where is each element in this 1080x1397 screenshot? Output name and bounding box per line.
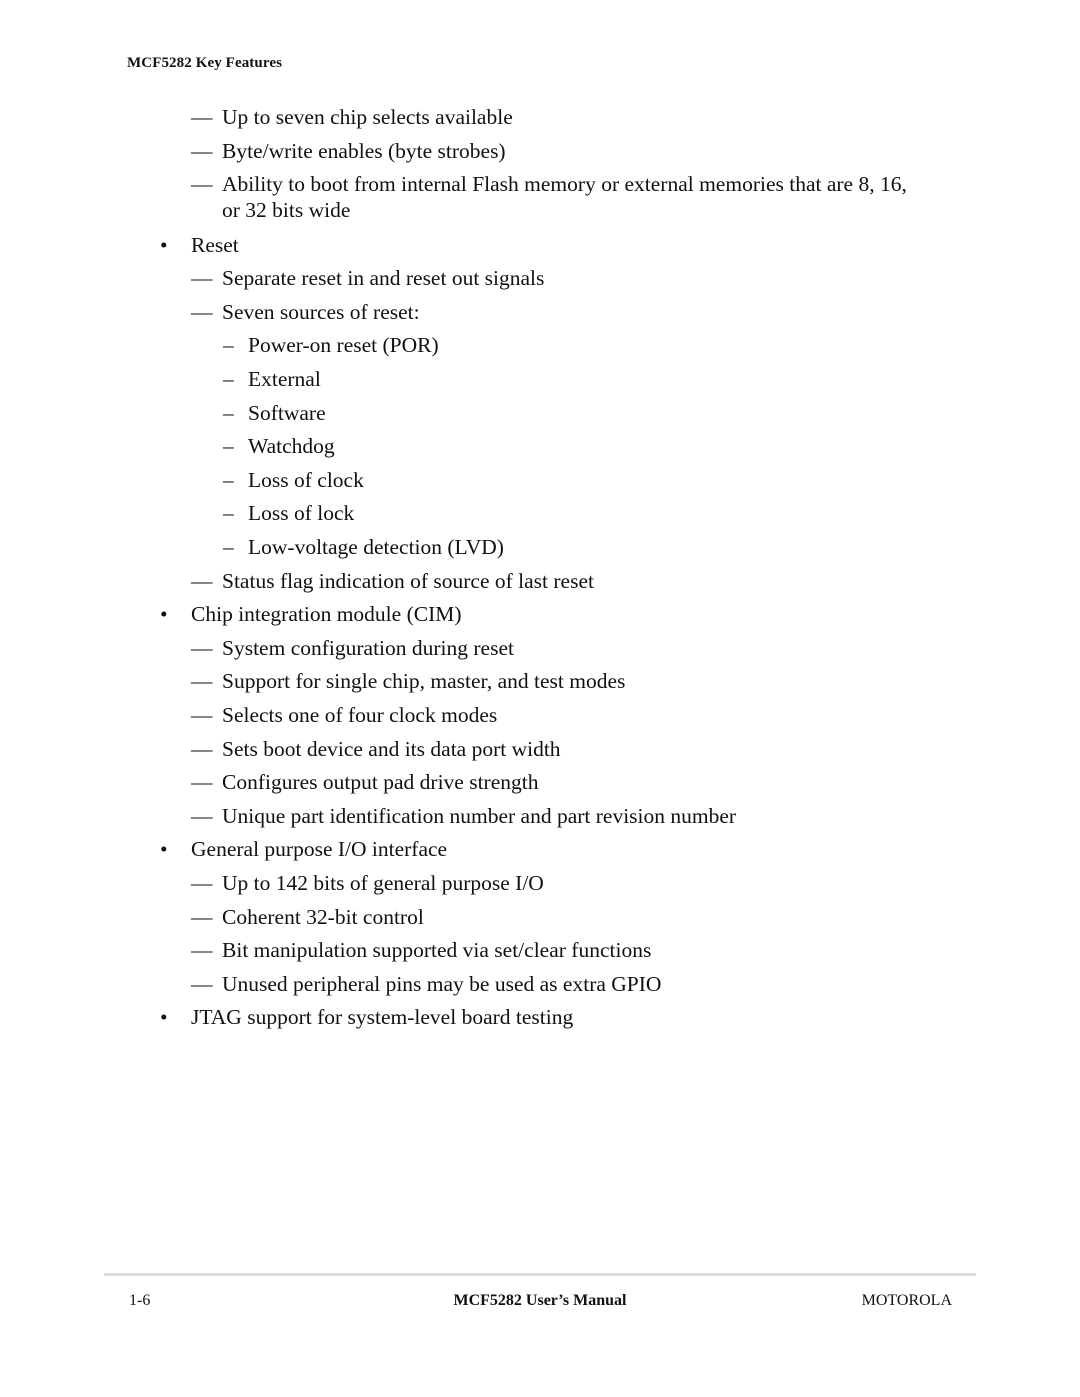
bullet-icon: • — [160, 232, 168, 257]
list-item-text: Status flag indication of source of last… — [222, 568, 594, 593]
em-dash-icon: — — [191, 568, 213, 593]
list-item-text: Seven sources of reset: — [222, 299, 420, 324]
footer-rule — [104, 1273, 976, 1276]
em-dash-icon: — — [191, 871, 213, 896]
em-dash-icon: — — [191, 105, 213, 129]
en-dash-icon: – — [223, 467, 234, 492]
list-item-text: Software — [248, 400, 326, 425]
en-dash-icon: – — [223, 333, 234, 358]
list-item-text: Up to 142 bits of general purpose I/O — [222, 871, 544, 896]
list-item-text: Watchdog — [248, 434, 335, 459]
list-item-text: Chip integration module (CIM) — [191, 602, 462, 627]
em-dash-icon: — — [191, 172, 213, 197]
em-dash-icon: — — [191, 803, 213, 828]
list-item-text: System configuration during reset — [222, 635, 514, 660]
bullet-icon: • — [160, 1005, 168, 1030]
em-dash-icon: — — [191, 703, 213, 728]
list-item-text: Power-on reset (POR) — [248, 333, 439, 358]
em-dash-icon: — — [191, 770, 213, 795]
em-dash-icon: — — [191, 299, 213, 324]
list-item-text: Unused peripheral pins may be used as ex… — [222, 971, 662, 996]
em-dash-icon: — — [191, 635, 213, 660]
list-item-text: Low-voltage detection (LVD) — [248, 535, 504, 560]
em-dash-icon: — — [191, 938, 213, 963]
em-dash-icon: — — [191, 971, 213, 996]
list-item-text: Sets boot device and its data port width — [222, 736, 561, 761]
en-dash-icon: – — [223, 434, 234, 459]
list-item-text: Ability to boot from internal Flash memo… — [222, 172, 907, 197]
bullet-icon: • — [160, 837, 168, 862]
list-item-text: Byte/write enables (byte strobes) — [222, 138, 506, 163]
list-item-text: Coherent 32-bit control — [222, 904, 424, 929]
list-item-text: Support for single chip, master, and tes… — [222, 669, 626, 694]
list-item-text: External — [248, 367, 321, 392]
list-item-text: Up to seven chip selects available — [222, 105, 513, 129]
em-dash-icon: — — [191, 138, 213, 163]
running-header: MCF5282 Key Features — [127, 55, 283, 71]
footer-brand: MOTOROLA — [861, 1292, 952, 1309]
en-dash-icon: – — [223, 400, 234, 425]
list-item-text: Loss of lock — [248, 501, 355, 526]
en-dash-icon: – — [223, 535, 234, 560]
list-item-text: Reset — [191, 232, 239, 257]
list-item-text: Configures output pad drive strength — [222, 770, 539, 795]
em-dash-icon: — — [191, 904, 213, 929]
list-item-text: Separate reset in and reset out signals — [222, 266, 545, 291]
list-item-text: Selects one of four clock modes — [222, 703, 498, 728]
bullet-icon: • — [160, 602, 168, 627]
em-dash-icon: — — [191, 736, 213, 761]
list-item-text: JTAG support for system-level board test… — [191, 1005, 574, 1030]
em-dash-icon: — — [191, 266, 213, 291]
em-dash-icon: — — [191, 669, 213, 694]
en-dash-icon: – — [223, 501, 234, 526]
list-item-text: Bit manipulation supported via set/clear… — [222, 938, 652, 963]
en-dash-icon: – — [223, 367, 234, 392]
list-item-continuation: or 32 bits wide — [222, 198, 351, 223]
list-item-text: Loss of clock — [248, 467, 364, 492]
list-item-text: Unique part identification number and pa… — [222, 803, 737, 828]
list-item-text: General purpose I/O interface — [191, 837, 448, 862]
